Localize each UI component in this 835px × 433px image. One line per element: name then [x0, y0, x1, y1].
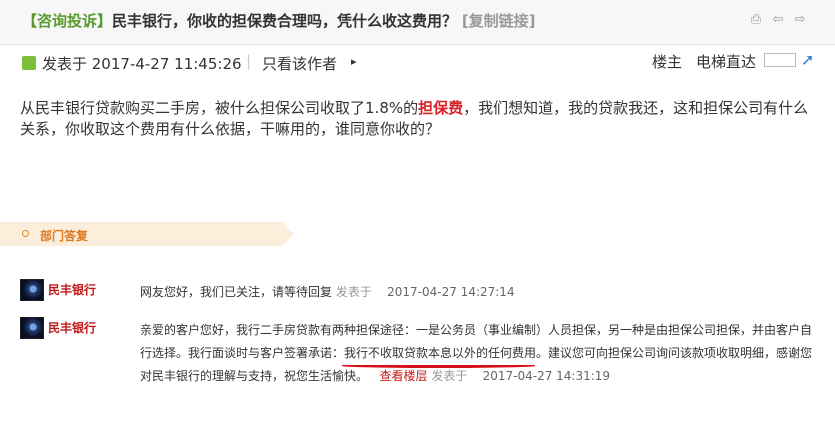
- reply-body: 亲爱的客户您好，我行二手房贷款有两种担保途径：一是公务员（事业编制）人员担保，另…: [140, 319, 820, 388]
- reply-time: 2017-04-27 14:27:14: [387, 285, 515, 299]
- author-only-link[interactable]: 只看该作者: [262, 53, 337, 74]
- thread-title: 【咨询投诉】民丰银行，你收的担保费合理吗，凭什么收这费用？ [复制链接]: [22, 10, 536, 31]
- reply-posted-label: 发表于: [335, 285, 372, 299]
- reply-body: 网友您好，我们已关注，请等待回复 发表于 2017-04-27 14:27:14: [140, 281, 820, 304]
- prev-icon[interactable]: ⇦: [771, 13, 785, 27]
- jump-icon[interactable]: ➚: [801, 50, 814, 69]
- post-icon: [22, 56, 36, 70]
- reply-text: 网友您好，我们已关注，请等待回复: [140, 285, 333, 299]
- top-icons: ⎙ ⇦ ⇨: [749, 13, 807, 27]
- print-icon[interactable]: ⎙: [749, 13, 763, 27]
- category-tag[interactable]: 【咨询投诉】: [22, 12, 112, 30]
- elevator-label: 电梯直达: [696, 53, 757, 71]
- annotation-underline: [342, 364, 535, 368]
- avatar[interactable]: [20, 317, 44, 339]
- post-time: 发表于 2017-4-27 11:45:26: [42, 55, 242, 73]
- post-content: 从民丰银行贷款购买二手房，被什么担保公司收取了1.8%的担保费，我们想知道，我的…: [20, 98, 820, 140]
- post-text-1: 从民丰银行贷款购买二手房，被什么担保公司收取了1.8%的: [20, 99, 419, 117]
- floor-owner-label: 楼主: [652, 53, 683, 71]
- post-meta: 发表于 2017-4-27 11:45:26 | 只看该作者 ▸ 楼主 电梯直达…: [0, 46, 835, 82]
- circle-icon: [22, 230, 29, 237]
- reply-posted-label: 发表于: [431, 369, 468, 383]
- avatar[interactable]: [20, 279, 44, 301]
- meta-separator: |: [246, 52, 252, 70]
- arrow-right-icon: ▸: [351, 55, 357, 68]
- view-floor-link[interactable]: 查看楼层: [379, 369, 427, 383]
- reply-author[interactable]: 民丰银行: [48, 281, 96, 298]
- reply-text: 亲爱的客户您好，我行二手房贷款有两种担保途径：一是公务员（事业编制）人员担保，另…: [140, 323, 813, 383]
- post-highlight: 担保费: [418, 99, 464, 117]
- copy-link[interactable]: [复制链接]: [462, 12, 536, 30]
- reply-time: 2017-04-27 14:31:19: [482, 369, 611, 383]
- floor-jump-input[interactable]: [764, 53, 796, 67]
- section-label: 部门答复: [40, 229, 89, 243]
- section-header: 部门答复: [0, 222, 294, 246]
- next-icon[interactable]: ⇨: [793, 13, 807, 27]
- reply-author[interactable]: 民丰银行: [48, 319, 96, 336]
- thread-title-text: 民丰银行，你收的担保费合理吗，凭什么收这费用？: [112, 12, 458, 30]
- top-bar: 【咨询投诉】民丰银行，你收的担保费合理吗，凭什么收这费用？ [复制链接] ⎙ ⇦…: [0, 0, 835, 45]
